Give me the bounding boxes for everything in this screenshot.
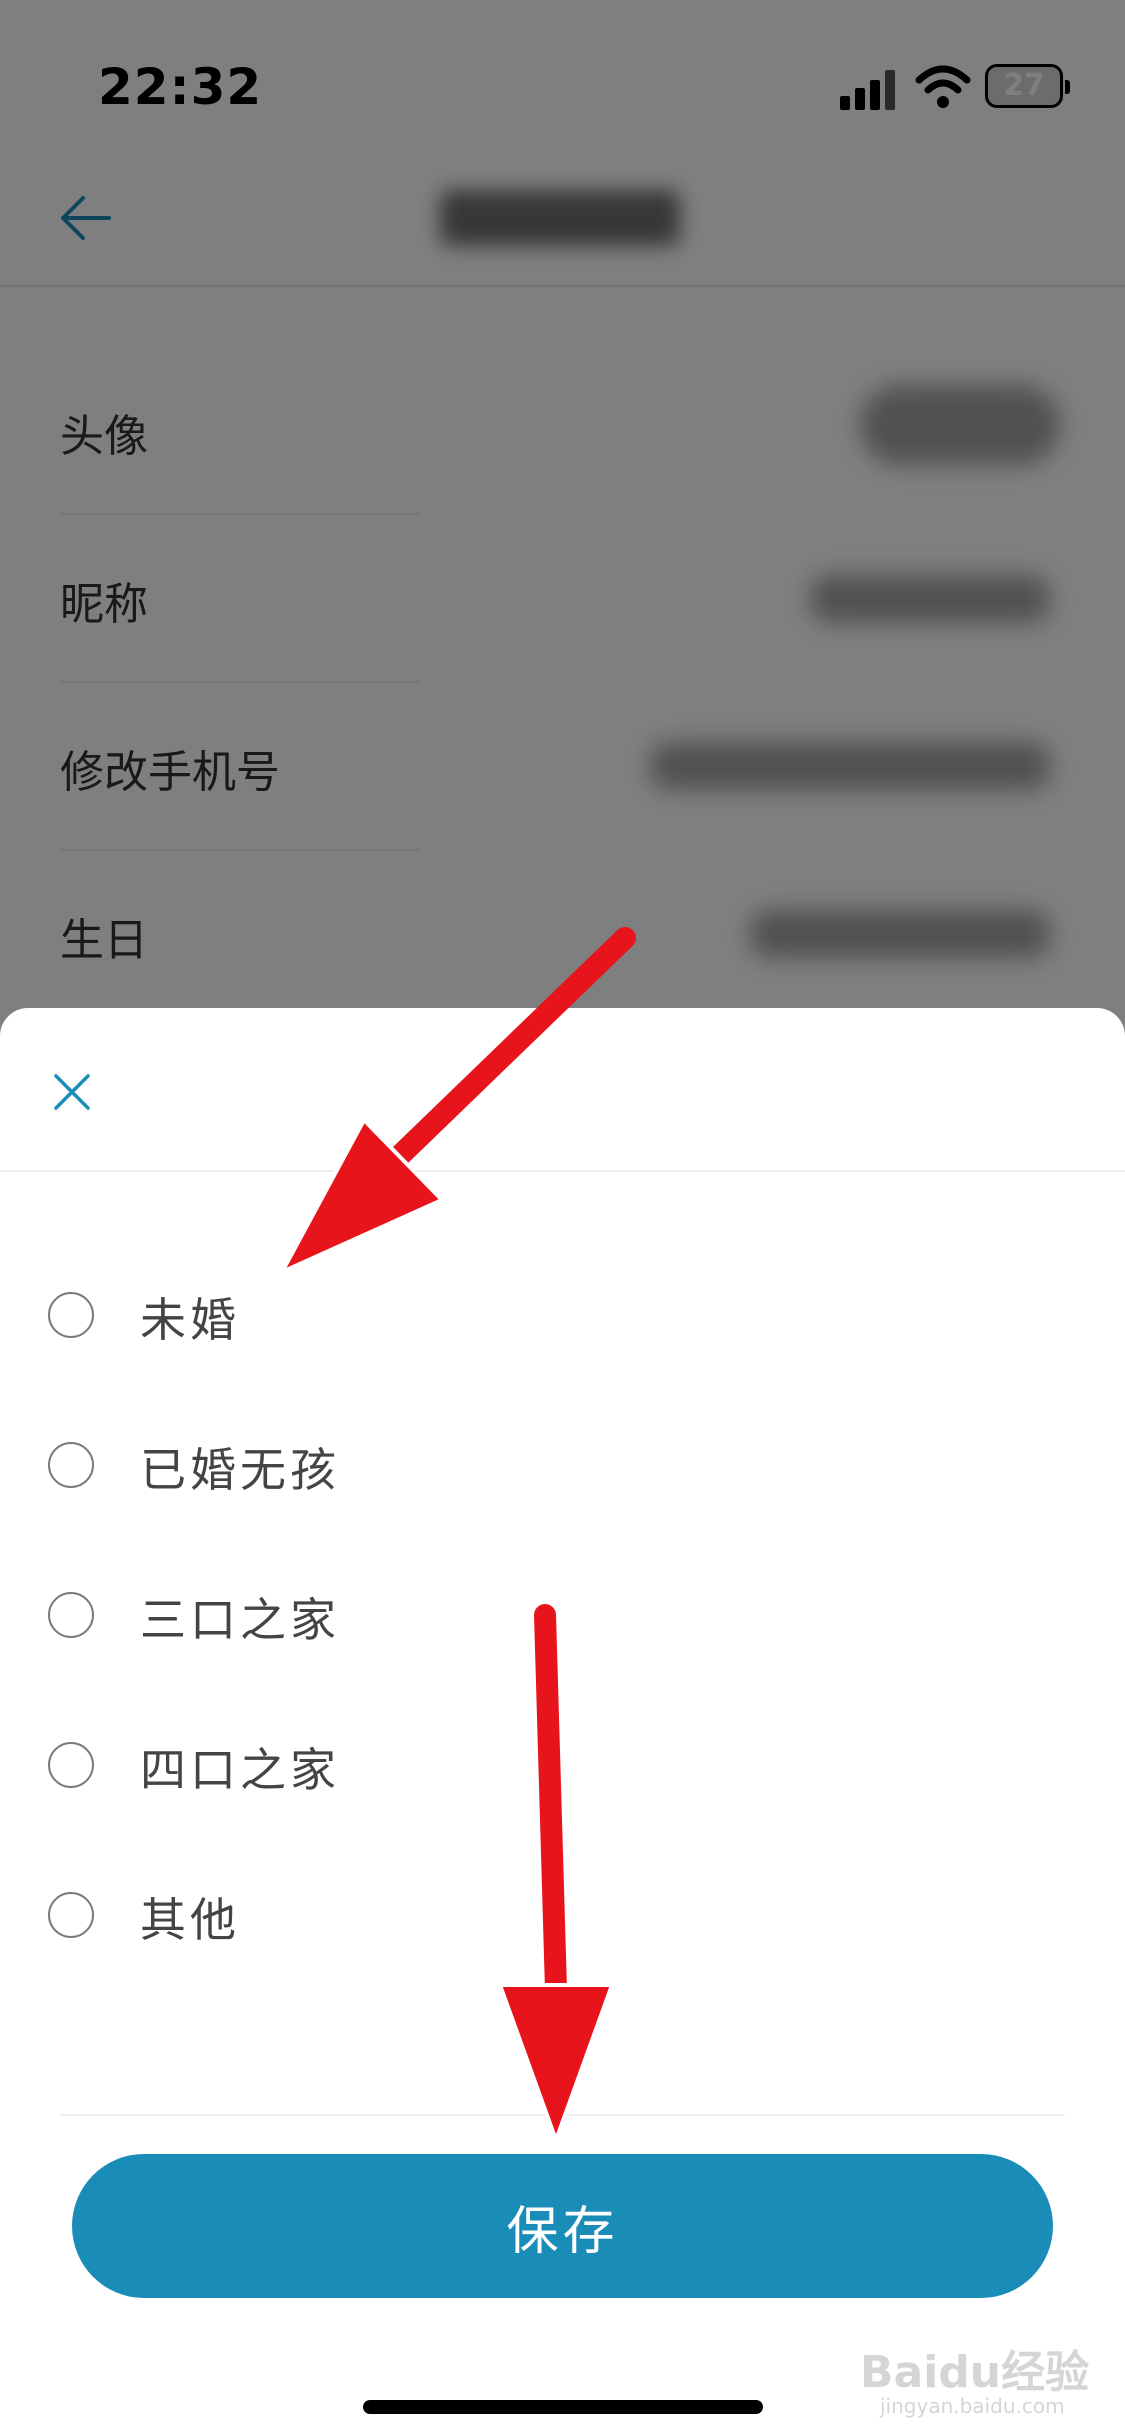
save-button[interactable]: 保存 [72,2154,1053,2298]
close-icon[interactable] [48,1068,96,1116]
option-label: 未婚 [140,1293,240,1347]
option-label: 其他 [140,1893,240,1947]
home-indicator [363,2400,763,2414]
option-unmarried[interactable]: 未婚 [48,1262,548,1372]
radio-icon[interactable] [48,1592,94,1638]
radio-icon[interactable] [48,1442,94,1488]
sheet-header [0,1008,1125,1172]
radio-icon[interactable] [48,1742,94,1788]
family-status-sheet: 未婚 已婚无孩 三口之家 四口之家 其他 保存 [0,1008,1125,2436]
option-family-of-four[interactable]: 四口之家 [48,1712,548,1822]
option-other[interactable]: 其他 [48,1862,548,1972]
option-label: 已婚无孩 [140,1443,340,1497]
baidu-watermark: Baidu经验 jingyan.baidu.com [860,2336,1100,2426]
option-label: 四口之家 [140,1743,340,1797]
option-label: 三口之家 [140,1593,340,1647]
divider [60,2114,1065,2116]
watermark-sub: jingyan.baidu.com [880,2394,1065,2418]
radio-icon[interactable] [48,1292,94,1338]
option-married-no-kids[interactable]: 已婚无孩 [48,1412,548,1522]
watermark-main: Baidu经验 [860,2347,1090,2398]
radio-icon[interactable] [48,1892,94,1938]
option-family-of-three[interactable]: 三口之家 [48,1562,548,1672]
